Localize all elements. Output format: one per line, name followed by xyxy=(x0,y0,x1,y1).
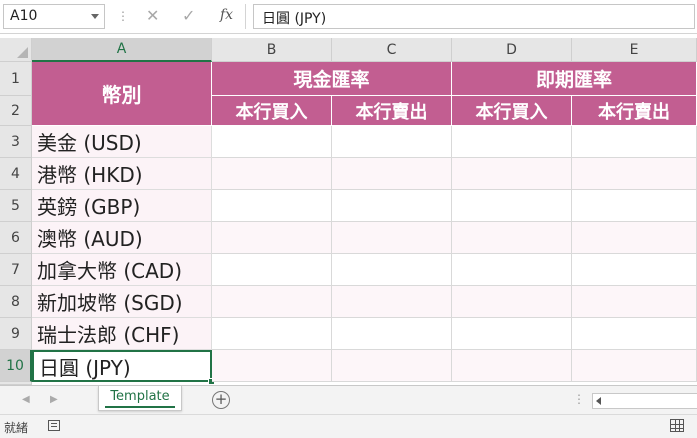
row-header-7[interactable]: 7 xyxy=(0,254,32,286)
normal-view-icon[interactable] xyxy=(670,419,684,432)
row-header-5[interactable]: 5 xyxy=(0,190,32,222)
rate-cell[interactable] xyxy=(212,222,332,254)
rate-cell[interactable] xyxy=(332,190,452,222)
rate-cell[interactable] xyxy=(332,222,452,254)
currency-cell[interactable]: 英鎊 (GBP) xyxy=(32,190,212,222)
rate-cell[interactable] xyxy=(212,254,332,286)
add-sheet-icon[interactable]: + xyxy=(212,391,230,409)
sheet-tab-bar: ◀ ▶ Template + ⋮ xyxy=(0,385,697,415)
currency-cell[interactable]: 澳幣 (AUD) xyxy=(32,222,212,254)
currency-cell[interactable]: 瑞士法郎 (CHF) xyxy=(32,318,212,350)
header-spot-sell[interactable]: 本行賣出 xyxy=(332,96,452,126)
formula-bar-grip-icon: ⋮ xyxy=(117,9,129,23)
rate-cell[interactable] xyxy=(572,222,697,254)
select-all-icon xyxy=(17,47,28,58)
rate-cell[interactable] xyxy=(212,158,332,190)
insert-function-icon[interactable]: fx xyxy=(220,7,233,23)
rate-cell[interactable] xyxy=(212,190,332,222)
column-header-e[interactable]: E xyxy=(572,38,697,62)
rate-cell[interactable] xyxy=(452,222,572,254)
rate-cell[interactable] xyxy=(452,318,572,350)
row-header-8[interactable]: 8 xyxy=(0,286,32,318)
prev-sheet-icon[interactable]: ◀ xyxy=(22,394,30,405)
rate-cell[interactable] xyxy=(212,350,332,382)
rate-cell[interactable] xyxy=(332,318,452,350)
column-header-c[interactable]: C xyxy=(332,38,452,62)
rate-cell[interactable] xyxy=(212,286,332,318)
formula-input-value[interactable]: 日圓 (JPY) xyxy=(262,8,326,28)
tab-split-grip-icon[interactable]: ⋮ xyxy=(573,393,585,405)
header-currency[interactable]: 幣別 xyxy=(32,62,212,126)
row-header-10[interactable]: 10 xyxy=(0,350,32,382)
header-spot-buy[interactable]: 本行買入 xyxy=(212,96,332,126)
rate-cell[interactable] xyxy=(572,350,697,382)
accessibility-icon[interactable] xyxy=(48,420,60,431)
header-forward-rate[interactable]: 即期匯率 xyxy=(452,62,697,96)
rate-cell[interactable] xyxy=(332,254,452,286)
horizontal-scrollbar[interactable] xyxy=(592,393,697,409)
rate-cell[interactable] xyxy=(572,254,697,286)
row-header-3[interactable]: 3 xyxy=(0,126,32,158)
currency-cell[interactable]: 加拿大幣 (CAD) xyxy=(32,254,212,286)
name-box[interactable]: A10 xyxy=(3,4,105,29)
header-forward-buy[interactable]: 本行買入 xyxy=(452,96,572,126)
row-header-9[interactable]: 9 xyxy=(0,318,32,350)
row-header-4[interactable]: 4 xyxy=(0,158,32,190)
formula-bar: A10 ⋮ ✕ ✓ fx 日圓 (JPY) xyxy=(0,0,697,34)
scroll-left-icon[interactable] xyxy=(596,397,601,405)
name-box-value[interactable]: A10 xyxy=(10,8,37,24)
sheet-tab-underline xyxy=(105,406,175,408)
rate-cell[interactable] xyxy=(572,190,697,222)
column-header-b[interactable]: B xyxy=(212,38,332,62)
name-box-dropdown-icon[interactable] xyxy=(91,14,99,19)
formula-input[interactable]: 日圓 (JPY) xyxy=(253,4,695,29)
rate-cell[interactable] xyxy=(572,286,697,318)
rate-cell[interactable] xyxy=(212,126,332,158)
rate-cell[interactable] xyxy=(452,350,572,382)
rate-cell[interactable] xyxy=(452,126,572,158)
row-header-2[interactable]: 2 xyxy=(0,96,32,126)
rate-cell[interactable] xyxy=(452,286,572,318)
rate-cell[interactable] xyxy=(452,254,572,286)
rate-cell[interactable] xyxy=(452,190,572,222)
rate-cell[interactable] xyxy=(572,158,697,190)
column-header-d[interactable]: D xyxy=(452,38,572,62)
cancel-icon[interactable]: ✕ xyxy=(146,6,159,25)
rate-cell[interactable] xyxy=(332,350,452,382)
rate-cell[interactable] xyxy=(572,126,697,158)
enter-icon[interactable]: ✓ xyxy=(182,6,195,25)
row-header-1[interactable]: 1 xyxy=(0,62,32,96)
next-sheet-icon[interactable]: ▶ xyxy=(50,394,58,405)
status-bar: 就緒 xyxy=(0,414,697,438)
row-header-6[interactable]: 6 xyxy=(0,222,32,254)
currency-cell[interactable]: 新加坡幣 (SGD) xyxy=(32,286,212,318)
sheet-tab-template[interactable]: Template xyxy=(98,386,182,411)
formula-bar-divider xyxy=(245,4,246,29)
worksheet-grid: A B C D E 1 2 3 4 5 6 7 8 9 10 幣別 現金匯率 即… xyxy=(0,38,697,385)
header-spot-rate[interactable]: 現金匯率 xyxy=(212,62,452,96)
rate-cell[interactable] xyxy=(332,158,452,190)
rate-cell[interactable] xyxy=(212,318,332,350)
select-all-corner[interactable] xyxy=(0,38,32,62)
sheet-tab-label: Template xyxy=(110,389,170,404)
rate-cell[interactable] xyxy=(332,126,452,158)
active-cell-a10[interactable]: 日圓 (JPY) xyxy=(32,350,212,382)
rate-cell[interactable] xyxy=(572,318,697,350)
currency-cell[interactable]: 美金 (USD) xyxy=(32,126,212,158)
column-header-a[interactable]: A xyxy=(32,38,212,62)
rate-cell[interactable] xyxy=(332,286,452,318)
currency-cell[interactable]: 港幣 (HKD) xyxy=(32,158,212,190)
status-text: 就緒 xyxy=(4,421,29,435)
rate-cell[interactable] xyxy=(452,158,572,190)
header-forward-sell[interactable]: 本行賣出 xyxy=(572,96,697,126)
